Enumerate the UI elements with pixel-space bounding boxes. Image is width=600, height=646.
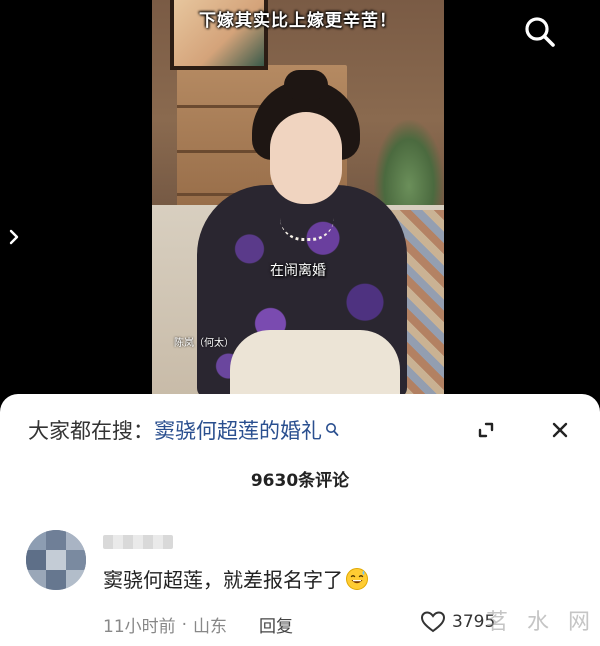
expand-sheet-button[interactable]: [468, 412, 504, 448]
speaker-hair-bun: [284, 70, 328, 100]
speaker-name-tag: 陈岚（何太）: [174, 338, 234, 349]
heart-icon: [420, 611, 446, 633]
video-title-caption: 下嫁其实比上嫁更辛苦！: [199, 11, 397, 31]
chevron-right-icon: [9, 229, 19, 245]
reply-button[interactable]: 回复: [259, 612, 293, 637]
sweat-smile-emoji-icon: [345, 567, 369, 591]
avatar[interactable]: [26, 530, 86, 590]
side-expand-button[interactable]: [4, 224, 24, 250]
search-icon[interactable]: [325, 422, 339, 438]
app-frame: 下嫁其实比上嫁更辛苦！ 在闹离婚 陈岚（何太） 大家都在搜： 窦骁何超莲的婚礼: [0, 0, 600, 646]
comment-meta: 11小时前 · 山东 回复: [103, 612, 293, 638]
like-button[interactable]: 3795: [420, 610, 495, 634]
trending-search-row: 大家都在搜： 窦骁何超莲的婚礼: [28, 412, 339, 448]
blurred-username: [103, 535, 173, 549]
speaker-lap-cloth: [230, 330, 400, 398]
comment-time: 11小时前: [103, 617, 176, 637]
close-icon: [552, 422, 568, 438]
speaker-face: [270, 112, 342, 204]
comment-count: 9630条评论: [250, 471, 350, 491]
expand-icon: [478, 422, 494, 438]
video-player[interactable]: 下嫁其实比上嫁更辛苦！ 在闹离婚 陈岚（何太）: [152, 0, 444, 398]
search-button[interactable]: [520, 12, 560, 52]
search-icon: [525, 17, 555, 47]
comment-text: 窦骁何超莲，就差报名字了: [103, 568, 343, 592]
comment-location: 山东: [193, 617, 228, 637]
meta-separator: ·: [181, 614, 188, 635]
comment-body: 窦骁何超莲，就差报名字了: [103, 564, 369, 593]
site-watermark: 茗 水 网: [486, 610, 596, 635]
comment-sheet: 大家都在搜： 窦骁何超莲的婚礼 9630条评论 窦骁何超莲，就差报名字了 11小…: [0, 394, 600, 646]
close-sheet-button[interactable]: [542, 412, 578, 448]
trending-search-prefix: 大家都在搜：: [28, 419, 154, 443]
trending-search-term[interactable]: 窦骁何超莲的婚礼: [154, 415, 322, 445]
video-subtitle: 在闹离婚: [270, 263, 326, 279]
